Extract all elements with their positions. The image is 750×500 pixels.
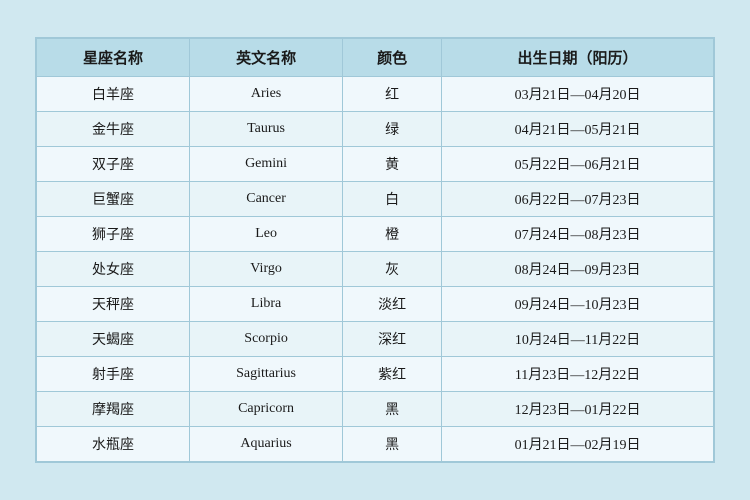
cell-dates: 05月22日—06月21日 bbox=[442, 147, 714, 182]
table-row: 摩羯座Capricorn黑12月23日—01月22日 bbox=[37, 392, 714, 427]
cell-color: 绿 bbox=[343, 112, 442, 147]
cell-chinese: 狮子座 bbox=[37, 217, 190, 252]
cell-chinese: 金牛座 bbox=[37, 112, 190, 147]
cell-chinese: 水瓶座 bbox=[37, 427, 190, 462]
cell-english: Virgo bbox=[190, 252, 343, 287]
cell-color: 灰 bbox=[343, 252, 442, 287]
cell-english: Cancer bbox=[190, 182, 343, 217]
cell-color: 深红 bbox=[343, 322, 442, 357]
cell-dates: 11月23日—12月22日 bbox=[442, 357, 714, 392]
table-row: 天蝎座Scorpio深红10月24日—11月22日 bbox=[37, 322, 714, 357]
cell-color: 紫红 bbox=[343, 357, 442, 392]
cell-dates: 12月23日—01月22日 bbox=[442, 392, 714, 427]
table-row: 白羊座Aries红03月21日—04月20日 bbox=[37, 77, 714, 112]
cell-chinese: 射手座 bbox=[37, 357, 190, 392]
cell-dates: 08月24日—09月23日 bbox=[442, 252, 714, 287]
cell-chinese: 双子座 bbox=[37, 147, 190, 182]
cell-dates: 01月21日—02月19日 bbox=[442, 427, 714, 462]
cell-dates: 06月22日—07月23日 bbox=[442, 182, 714, 217]
cell-dates: 09月24日—10月23日 bbox=[442, 287, 714, 322]
cell-color: 黄 bbox=[343, 147, 442, 182]
col-header-chinese: 星座名称 bbox=[37, 39, 190, 77]
table-row: 射手座Sagittarius紫红11月23日—12月22日 bbox=[37, 357, 714, 392]
table-row: 天秤座Libra淡红09月24日—10月23日 bbox=[37, 287, 714, 322]
zodiac-table: 星座名称 英文名称 颜色 出生日期（阳历） 白羊座Aries红03月21日—04… bbox=[36, 38, 714, 462]
cell-dates: 10月24日—11月22日 bbox=[442, 322, 714, 357]
cell-chinese: 摩羯座 bbox=[37, 392, 190, 427]
cell-chinese: 处女座 bbox=[37, 252, 190, 287]
col-header-english: 英文名称 bbox=[190, 39, 343, 77]
cell-english: Scorpio bbox=[190, 322, 343, 357]
cell-chinese: 天秤座 bbox=[37, 287, 190, 322]
cell-english: Gemini bbox=[190, 147, 343, 182]
cell-english: Aquarius bbox=[190, 427, 343, 462]
table-row: 狮子座Leo橙07月24日—08月23日 bbox=[37, 217, 714, 252]
cell-color: 白 bbox=[343, 182, 442, 217]
cell-dates: 04月21日—05月21日 bbox=[442, 112, 714, 147]
cell-color: 橙 bbox=[343, 217, 442, 252]
table-row: 处女座Virgo灰08月24日—09月23日 bbox=[37, 252, 714, 287]
cell-color: 淡红 bbox=[343, 287, 442, 322]
table-row: 水瓶座Aquarius黑01月21日—02月19日 bbox=[37, 427, 714, 462]
cell-english: Libra bbox=[190, 287, 343, 322]
cell-chinese: 巨蟹座 bbox=[37, 182, 190, 217]
cell-dates: 07月24日—08月23日 bbox=[442, 217, 714, 252]
cell-english: Capricorn bbox=[190, 392, 343, 427]
cell-english: Leo bbox=[190, 217, 343, 252]
zodiac-table-container: 星座名称 英文名称 颜色 出生日期（阳历） 白羊座Aries红03月21日—04… bbox=[35, 37, 715, 463]
cell-color: 黑 bbox=[343, 392, 442, 427]
col-header-dates: 出生日期（阳历） bbox=[442, 39, 714, 77]
table-row: 金牛座Taurus绿04月21日—05月21日 bbox=[37, 112, 714, 147]
cell-english: Aries bbox=[190, 77, 343, 112]
cell-english: Sagittarius bbox=[190, 357, 343, 392]
col-header-color: 颜色 bbox=[343, 39, 442, 77]
cell-dates: 03月21日—04月20日 bbox=[442, 77, 714, 112]
table-row: 双子座Gemini黄05月22日—06月21日 bbox=[37, 147, 714, 182]
table-body: 白羊座Aries红03月21日—04月20日金牛座Taurus绿04月21日—0… bbox=[37, 77, 714, 462]
cell-chinese: 白羊座 bbox=[37, 77, 190, 112]
cell-chinese: 天蝎座 bbox=[37, 322, 190, 357]
table-header-row: 星座名称 英文名称 颜色 出生日期（阳历） bbox=[37, 39, 714, 77]
table-row: 巨蟹座Cancer白06月22日—07月23日 bbox=[37, 182, 714, 217]
cell-english: Taurus bbox=[190, 112, 343, 147]
cell-color: 红 bbox=[343, 77, 442, 112]
cell-color: 黑 bbox=[343, 427, 442, 462]
